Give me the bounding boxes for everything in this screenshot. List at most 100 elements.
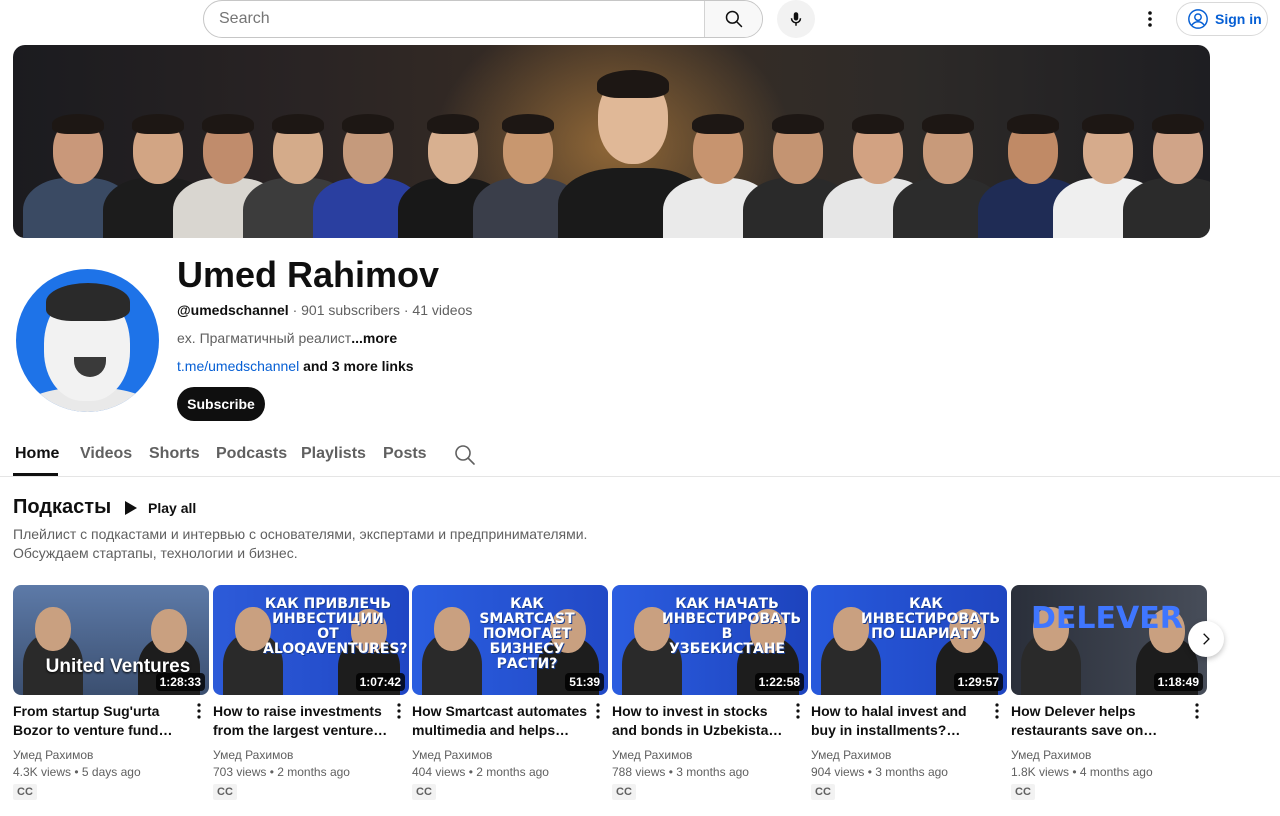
- video-thumbnail[interactable]: Как привлечь инвестиции от Aloqaventures…: [213, 585, 409, 695]
- more-vert-icon: [995, 703, 999, 719]
- video-thumbnail[interactable]: Как инвестировать по шариату 1:29:57: [811, 585, 1007, 695]
- subscriber-count: 901 subscribers: [301, 302, 400, 318]
- cc-badge: CC: [412, 784, 436, 800]
- cc-badge: CC: [13, 784, 37, 800]
- video-author[interactable]: Умед Рахимов: [213, 748, 293, 762]
- thumbnail-text: Как Smartcast помогает бизнесу расти?: [479, 596, 575, 672]
- separator: ·: [399, 302, 413, 318]
- more-vert-icon: [397, 703, 401, 719]
- mic-icon: [790, 12, 802, 26]
- video-stats: 1.8K views • 4 months ago: [1011, 765, 1153, 779]
- separator: ·: [288, 302, 302, 318]
- search-icon[interactable]: [453, 443, 477, 467]
- channel-handle: @umedschannel: [177, 302, 289, 318]
- separator-dot: •: [465, 765, 477, 779]
- video-title[interactable]: How Delever helps restaurants save on de…: [1011, 702, 1187, 740]
- video-title[interactable]: From startup Sug'urta Bozor to venture f…: [13, 702, 189, 740]
- sign-in-button[interactable]: Sign in: [1176, 2, 1268, 36]
- video-menu-button[interactable]: [1189, 700, 1205, 722]
- channel-banner: [13, 45, 1210, 238]
- play-all-label: Play all: [148, 500, 197, 516]
- more-links-button[interactable]: and 3 more links: [299, 358, 414, 374]
- video-title[interactable]: How Smartcast automates multimedia and h…: [412, 702, 588, 740]
- video-card[interactable]: Как Smartcast помогает бизнесу расти? 51:…: [412, 585, 608, 805]
- video-card[interactable]: Delever 1:18:49 How Delever helps restaura…: [1011, 585, 1207, 805]
- video-thumbnail[interactable]: United Ventures 1:28:33: [13, 585, 209, 695]
- settings-menu-button[interactable]: [1135, 4, 1165, 34]
- cc-badge: CC: [213, 784, 237, 800]
- video-views: 4.3K views: [13, 765, 72, 779]
- shelf-next-button[interactable]: [1188, 621, 1224, 657]
- video-card[interactable]: United Ventures 1:28:33 From startup Sug'u…: [13, 585, 209, 805]
- search-icon: [725, 10, 743, 28]
- tab-playlists[interactable]: Playlists: [301, 445, 366, 463]
- search-box: [203, 0, 763, 38]
- video-menu-button[interactable]: [989, 700, 1005, 722]
- video-title[interactable]: How to raise investments from the larges…: [213, 702, 389, 740]
- video-duration: 1:28:33: [155, 673, 205, 691]
- subscribe-button[interactable]: Subscribe: [177, 387, 265, 421]
- video-views: 404 views: [412, 765, 466, 779]
- video-author[interactable]: Умед Рахимов: [811, 748, 891, 762]
- video-age: 3 months ago: [875, 765, 948, 779]
- video-stats: 703 views • 2 months ago: [213, 765, 350, 779]
- sign-in-label: Sign in: [1215, 11, 1262, 27]
- video-title[interactable]: How to halal invest and buy in installme…: [811, 702, 987, 740]
- more-vert-icon: [596, 703, 600, 719]
- tab-posts[interactable]: Posts: [383, 445, 427, 463]
- separator-dot: •: [71, 765, 82, 779]
- video-menu-button[interactable]: [191, 700, 207, 722]
- play-all-button[interactable]: Play all: [118, 494, 202, 522]
- more-vert-icon: [1195, 703, 1199, 719]
- description-more-button[interactable]: ...more: [351, 330, 397, 346]
- channel-link[interactable]: t.me/umedschannel: [177, 358, 299, 374]
- more-vert-icon: [1148, 11, 1152, 27]
- video-thumbnail[interactable]: Как начать инвестировать в Узбекистане 1:…: [612, 585, 808, 695]
- video-author[interactable]: Умед Рахимов: [1011, 748, 1091, 762]
- tab-shorts[interactable]: Shorts: [149, 445, 200, 463]
- video-menu-button[interactable]: [590, 700, 606, 722]
- account-circle-icon: [1188, 9, 1208, 29]
- video-author[interactable]: Умед Рахимов: [612, 748, 692, 762]
- video-card[interactable]: Как инвестировать по шариату 1:29:57 How t…: [811, 585, 1007, 805]
- thumbnail-text: Как привлечь инвестиции от Aloqaventures…: [263, 596, 408, 657]
- video-menu-button[interactable]: [391, 700, 407, 722]
- channel-avatar[interactable]: [16, 269, 159, 412]
- search-input[interactable]: [204, 1, 704, 37]
- channel-description: ex. Прагматичный реалист...more: [177, 330, 397, 346]
- video-duration: 1:22:58: [754, 673, 804, 691]
- video-age: 2 months ago: [476, 765, 549, 779]
- thumbnail-text: Delever: [1031, 601, 1183, 636]
- video-age: 4 months ago: [1079, 765, 1153, 779]
- video-stats: 788 views • 3 months ago: [612, 765, 749, 779]
- video-duration: 1:07:42: [355, 673, 405, 691]
- section-description-line: Обсуждаем стартапы, технологии и бизнес.: [13, 545, 298, 561]
- separator-dot: •: [665, 765, 677, 779]
- cc-badge: CC: [612, 784, 636, 800]
- video-views: 788 views: [612, 765, 666, 779]
- video-age: 3 months ago: [676, 765, 749, 779]
- video-age: 2 months ago: [277, 765, 350, 779]
- video-thumbnail[interactable]: Delever 1:18:49: [1011, 585, 1207, 695]
- voice-search-button[interactable]: [777, 0, 815, 38]
- video-title[interactable]: How to invest in stocks and bonds in Uzb…: [612, 702, 788, 740]
- tab-podcasts[interactable]: Podcasts: [216, 445, 287, 463]
- banner-person: [1123, 78, 1210, 238]
- video-card[interactable]: Как привлечь инвестиции от Aloqaventures…: [213, 585, 409, 805]
- video-stats: 4.3K views • 5 days ago: [13, 765, 141, 779]
- video-menu-button[interactable]: [790, 700, 806, 722]
- tab-videos[interactable]: Videos: [80, 445, 132, 463]
- video-author[interactable]: Умед Рахимов: [412, 748, 492, 762]
- section-title[interactable]: Подкасты: [13, 496, 111, 519]
- tab-home[interactable]: Home: [15, 445, 59, 463]
- separator-dot: •: [266, 765, 278, 779]
- thumbnail-text: Как инвестировать по шариату: [861, 596, 1001, 642]
- video-stats: 404 views • 2 months ago: [412, 765, 549, 779]
- video-count: 41 videos: [412, 302, 473, 318]
- video-author[interactable]: Умед Рахимов: [13, 748, 93, 762]
- video-card[interactable]: Как начать инвестировать в Узбекистане 1:…: [612, 585, 808, 805]
- channel-links: t.me/umedschannel and 3 more links: [177, 358, 414, 374]
- video-thumbnail[interactable]: Как Smartcast помогает бизнесу расти? 51:…: [412, 585, 608, 695]
- video-duration: 1:29:57: [953, 673, 1003, 691]
- search-button[interactable]: [704, 1, 762, 37]
